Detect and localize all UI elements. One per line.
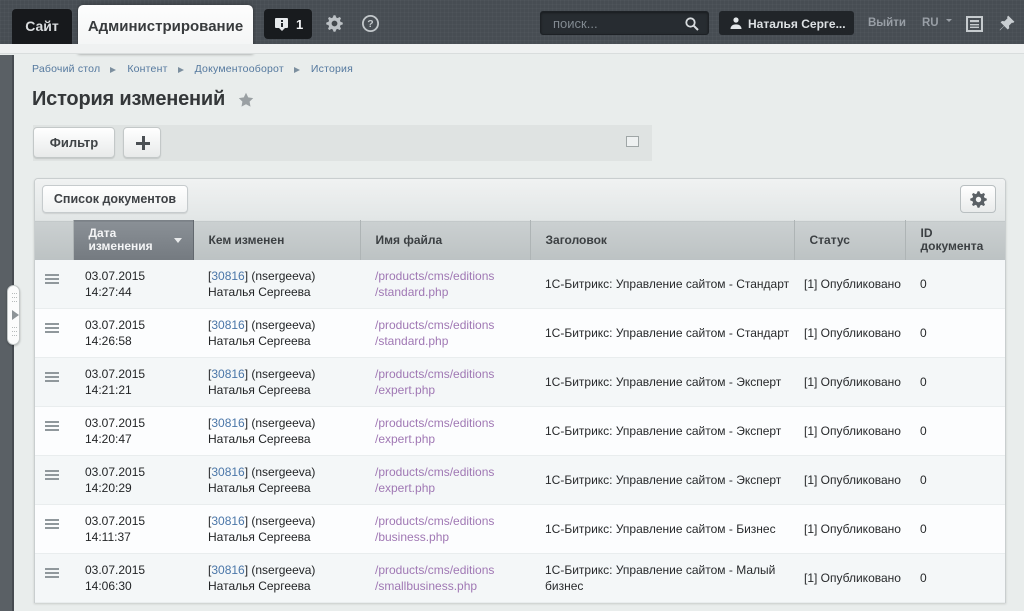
svg-text:?: ? <box>367 18 373 30</box>
